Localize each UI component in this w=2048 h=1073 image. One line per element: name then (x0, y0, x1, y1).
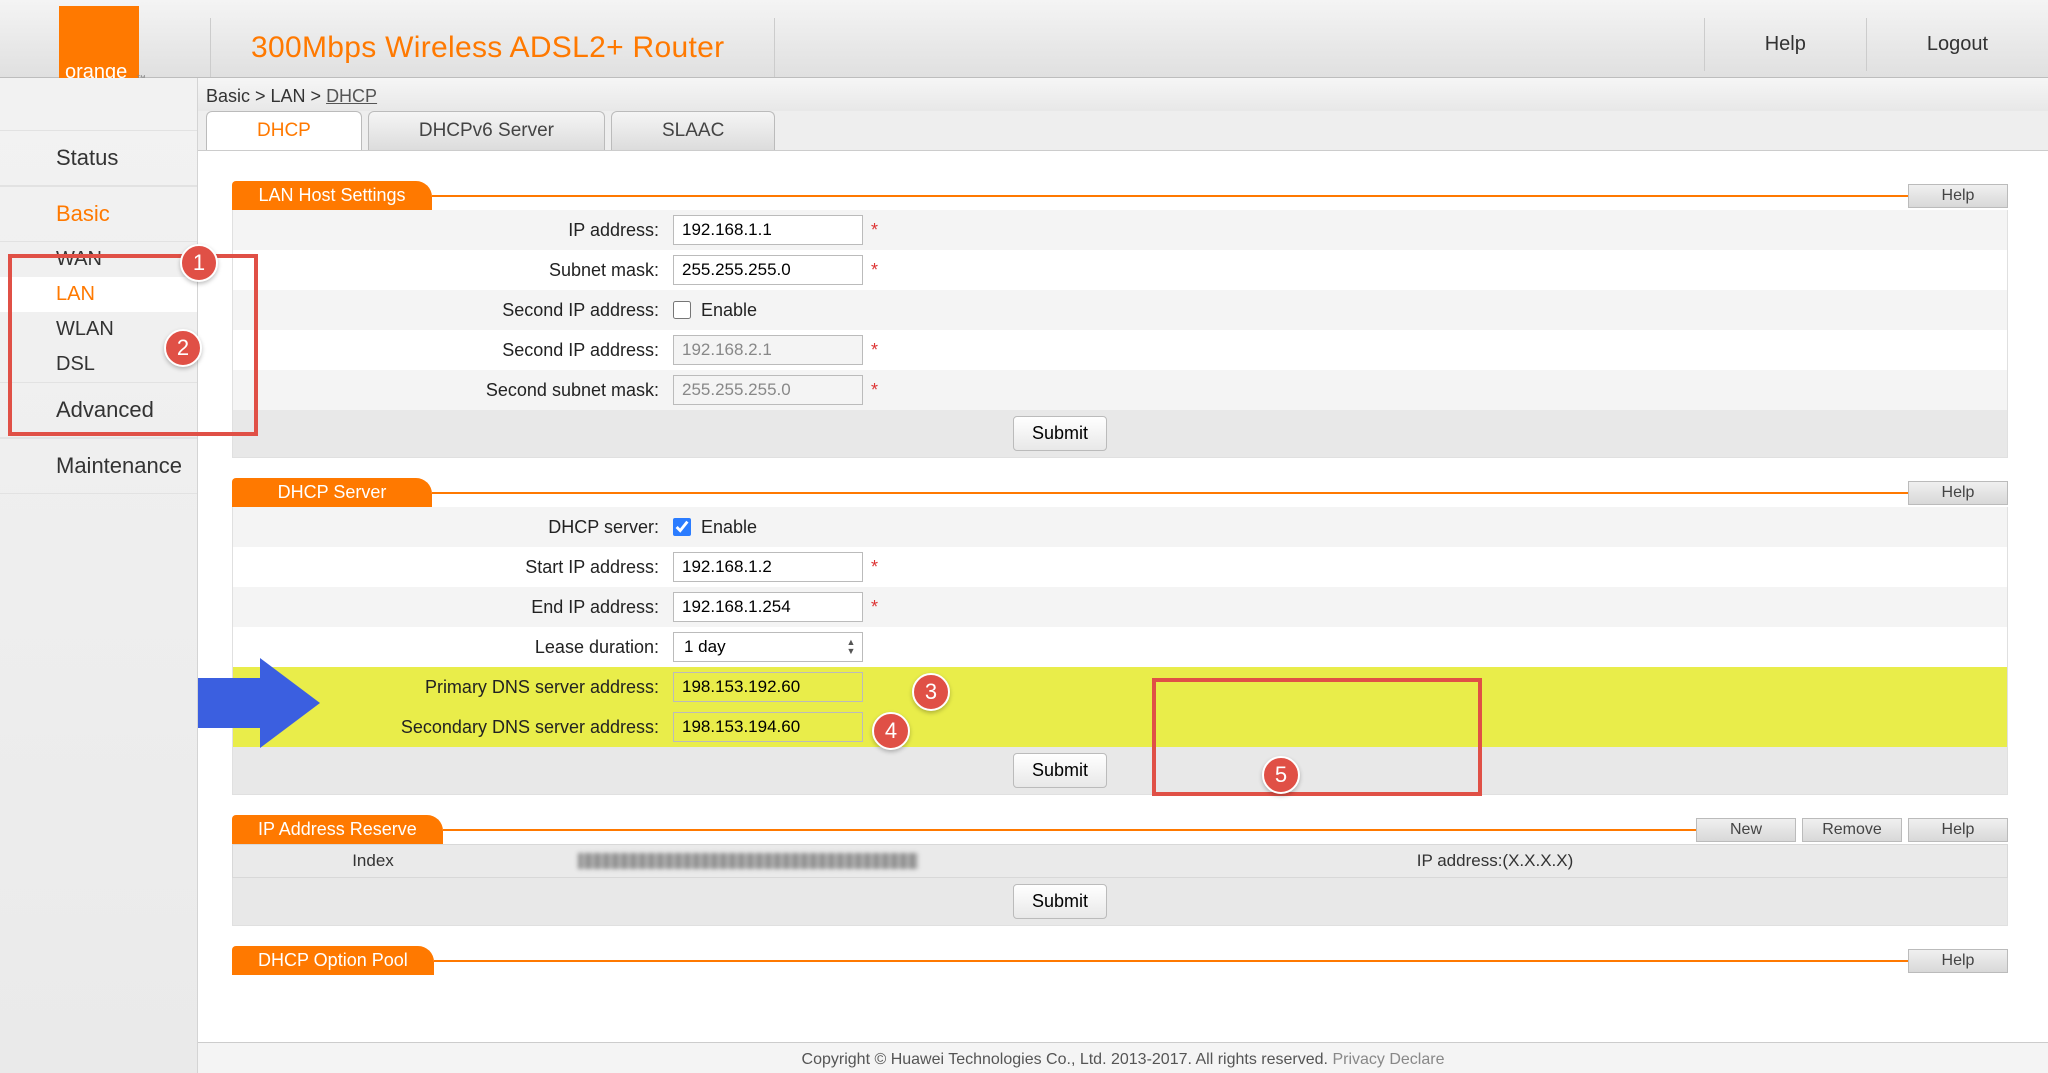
breadcrumb-dhcp: DHCP (326, 86, 377, 106)
footer-text: Copyright © Huawei Technologies Co., Ltd… (802, 1051, 1333, 1068)
second-ip-input (673, 335, 863, 365)
primary-dns-label: Primary DNS server address: (233, 677, 673, 698)
ip-address-label: IP address: (233, 220, 673, 241)
second-ip-enable-checkbox[interactable] (673, 301, 691, 319)
panel-title-dhcp: DHCP Server (232, 478, 432, 507)
sidebar-item-lan[interactable]: LAN (0, 277, 197, 312)
secondary-dns-input[interactable] (673, 712, 863, 742)
submit-button-reserve[interactable]: Submit (1013, 884, 1107, 919)
required-icon: * (871, 597, 878, 618)
help-button-reserve[interactable]: Help (1908, 818, 2008, 842)
annotation-badge-2: 2 (164, 329, 202, 367)
lease-duration-select[interactable]: 1 day ▲▼ (673, 632, 863, 662)
annotation-badge-4: 4 (872, 712, 910, 750)
second-mask-label: Second subnet mask: (233, 380, 673, 401)
submit-button-lan[interactable]: Submit (1013, 416, 1107, 451)
annotation-badge-3: 3 (912, 673, 950, 711)
panel-title-lan: LAN Host Settings (232, 181, 432, 210)
enable-text: Enable (701, 517, 757, 538)
header: orange ™ 300Mbps Wireless ADSL2+ Router … (0, 0, 2048, 78)
help-link[interactable]: Help (1704, 18, 1866, 71)
sidebar-item-advanced[interactable]: Advanced (0, 382, 197, 438)
col-ip-header: IP address:(X.X.X.X) (983, 845, 2007, 877)
required-icon: * (871, 260, 878, 281)
help-button-option-pool[interactable]: Help (1908, 949, 2008, 973)
required-icon: * (871, 340, 878, 361)
lease-duration-value: 1 day (684, 637, 726, 657)
brand-logo: orange ™ (0, 0, 198, 77)
remove-button[interactable]: Remove (1802, 818, 1902, 842)
sidebar-item-wan[interactable]: WAN (0, 242, 197, 277)
col-index-header: Index (233, 845, 513, 877)
tab-slaac[interactable]: SLAAC (611, 111, 775, 150)
tab-dhcp[interactable]: DHCP (206, 111, 362, 150)
subnet-mask-label: Subnet mask: (233, 260, 673, 281)
annotation-badge-5: 5 (1262, 756, 1300, 794)
subnet-mask-input[interactable] (673, 255, 863, 285)
primary-dns-input[interactable] (673, 672, 863, 702)
page-title: 300Mbps Wireless ADSL2+ Router (251, 31, 724, 65)
chevron-updown-icon: ▲▼ (844, 637, 858, 657)
breadcrumb-lan[interactable]: LAN (271, 86, 306, 106)
start-ip-label: Start IP address: (233, 557, 673, 578)
content-area: Basic > LAN > DHCP DHCP DHCPv6 Server SL… (198, 78, 2048, 1073)
logout-link[interactable]: Logout (1866, 18, 2048, 71)
table-header-row: Index IP address:(X.X.X.X) (232, 844, 2008, 878)
start-ip-input[interactable] (673, 552, 863, 582)
sidebar-item-basic[interactable]: Basic (0, 186, 197, 242)
help-button-lan[interactable]: Help (1908, 184, 2008, 208)
dhcp-enable-checkbox[interactable] (673, 518, 691, 536)
panel-ip-reserve: IP Address Reserve New Remove Help Index (232, 815, 2008, 926)
panel-title-reserve: IP Address Reserve (232, 815, 443, 844)
panel-dhcp-server: DHCP Server Help DHCP server: Enable (232, 478, 2008, 795)
required-icon: * (871, 557, 878, 578)
required-icon: * (871, 220, 878, 241)
end-ip-label: End IP address: (233, 597, 673, 618)
dhcp-server-label: DHCP server: (233, 517, 673, 538)
breadcrumb-basic[interactable]: Basic (206, 86, 250, 106)
end-ip-input[interactable] (673, 592, 863, 622)
breadcrumb: Basic > LAN > DHCP (198, 78, 2048, 111)
new-button[interactable]: New (1696, 818, 1796, 842)
annotation-badge-1: 1 (180, 244, 218, 282)
second-ip-enable-label: Second IP address: (233, 300, 673, 321)
sidebar: Status Basic WAN LAN WLAN DSL Advanced M… (0, 78, 198, 1073)
secondary-dns-label: Secondary DNS server address: (233, 717, 673, 738)
panel-option-pool: DHCP Option Pool Help (232, 946, 2008, 975)
second-mask-input (673, 375, 863, 405)
help-button-dhcp[interactable]: Help (1908, 481, 2008, 505)
privacy-link[interactable]: Privacy Declare (1332, 1051, 1444, 1068)
tabstrip: DHCP DHCPv6 Server SLAAC (198, 111, 2048, 151)
tab-dhcpv6[interactable]: DHCPv6 Server (368, 111, 605, 150)
sidebar-item-maintenance[interactable]: Maintenance (0, 438, 197, 494)
ip-address-input[interactable] (673, 215, 863, 245)
submit-button-dhcp[interactable]: Submit (1013, 753, 1107, 788)
second-ip-label: Second IP address: (233, 340, 673, 361)
page-title-area: 300Mbps Wireless ADSL2+ Router (210, 18, 775, 77)
sidebar-item-status[interactable]: Status (0, 130, 197, 186)
required-icon: * (871, 380, 878, 401)
blurred-mac-label (578, 853, 918, 869)
footer: Copyright © Huawei Technologies Co., Ltd… (198, 1042, 2048, 1073)
lease-duration-label: Lease duration: (233, 637, 673, 658)
panel-title-option-pool: DHCP Option Pool (232, 946, 434, 975)
enable-text: Enable (701, 300, 757, 321)
col-mac-header (513, 845, 983, 877)
panel-lan-host: LAN Host Settings Help IP address: * (232, 181, 2008, 458)
